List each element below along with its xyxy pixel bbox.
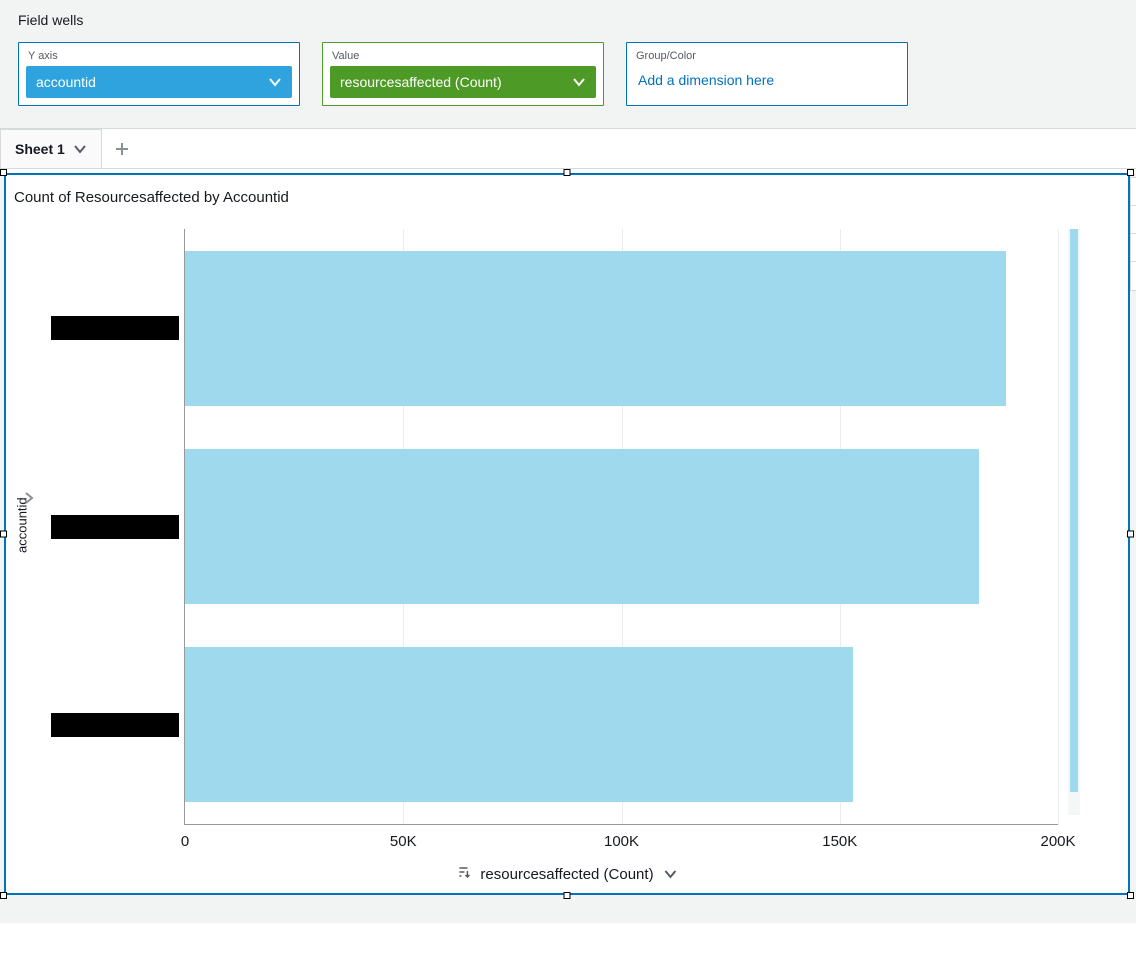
chevron-down-icon[interactable] (664, 867, 678, 881)
x-axis-title: resourcesaffected (Count) (480, 866, 653, 883)
chevron-down-icon[interactable] (572, 75, 586, 89)
x-tick-label: 50K (390, 833, 417, 850)
y-category-label-redacted (51, 316, 179, 340)
field-well-y-axis[interactable]: Y axis accountid (18, 42, 300, 106)
x-axis-title-group[interactable]: resourcesaffected (Count) (456, 865, 677, 883)
field-wells-title: Field wells (18, 12, 1118, 28)
resize-handle[interactable] (1127, 531, 1134, 538)
chevron-down-icon[interactable] (73, 142, 87, 156)
scrollbar-thumb[interactable] (1070, 229, 1078, 792)
resize-handle[interactable] (0, 531, 7, 538)
resize-handle[interactable] (1127, 169, 1134, 176)
field-well-label: Value (332, 50, 594, 62)
x-tick-label: 150K (822, 833, 857, 850)
sheet-tabs: Sheet 1 (0, 129, 1136, 169)
y-category-label-redacted (51, 713, 179, 737)
visual-selection-wrapper: Count of Resourcesaffected by Accountid … (4, 173, 1130, 895)
chart-area: accountid 050K100K150K200K resourcesaffe… (14, 221, 1120, 885)
resize-handle[interactable] (564, 169, 571, 176)
canvas: Count of Resourcesaffected by Accountid … (0, 173, 1136, 923)
field-well-value[interactable]: Value resourcesaffected (Count) (322, 42, 604, 106)
tab-sheet-1[interactable]: Sheet 1 (0, 129, 102, 168)
sort-descending-icon[interactable] (456, 865, 470, 883)
bar[interactable] (185, 449, 979, 604)
plus-icon (114, 141, 130, 157)
add-sheet-button[interactable] (102, 141, 142, 157)
visual-toolbar (1130, 177, 1136, 291)
gridline (1058, 229, 1059, 824)
resize-handle[interactable] (0, 169, 7, 176)
bar[interactable] (185, 251, 1006, 406)
x-tick-label: 200K (1040, 833, 1075, 850)
field-pill-resourcesaffected[interactable]: resourcesaffected (Count) (330, 66, 596, 98)
resize-handle[interactable] (564, 892, 571, 899)
chevron-down-icon[interactable] (268, 75, 282, 89)
add-dimension-placeholder[interactable]: Add a dimension here (634, 66, 900, 90)
x-tick-label: 100K (604, 833, 639, 850)
field-pill-text: resourcesaffected (Count) (340, 74, 502, 90)
chart-vertical-scrollbar[interactable] (1068, 229, 1080, 815)
bar-chart-visual[interactable]: Count of Resourcesaffected by Accountid … (4, 173, 1130, 895)
bar[interactable] (185, 647, 853, 802)
x-tick-label: 0 (181, 833, 189, 850)
field-wells-row: Y axis accountid Value resourcesaffected… (18, 42, 1118, 106)
visual-settings-button[interactable] (1131, 206, 1136, 234)
y-category-label-redacted (51, 515, 179, 539)
field-well-label: Group/Color (636, 50, 898, 62)
visual-more-button[interactable] (1131, 262, 1136, 290)
field-well-label: Y axis (28, 50, 290, 62)
resize-handle[interactable] (0, 892, 7, 899)
field-well-group-color[interactable]: Group/Color Add a dimension here (626, 42, 908, 106)
resize-handle[interactable] (1127, 892, 1134, 899)
field-wells-panel: Field wells Y axis accountid Value resou… (0, 0, 1136, 129)
field-pill-text: accountid (36, 74, 96, 90)
visual-title: Count of Resourcesaffected by Accountid (6, 175, 1128, 212)
tab-label: Sheet 1 (15, 141, 65, 157)
field-pill-accountid[interactable]: accountid (26, 66, 292, 98)
chevron-right-icon (22, 491, 36, 505)
plot-area: 050K100K150K200K (184, 229, 1058, 825)
expand-y-axis-icon[interactable] (22, 491, 36, 510)
maximize-visual-button[interactable] (1131, 234, 1136, 262)
collapse-toolbar-button[interactable] (1131, 178, 1136, 206)
